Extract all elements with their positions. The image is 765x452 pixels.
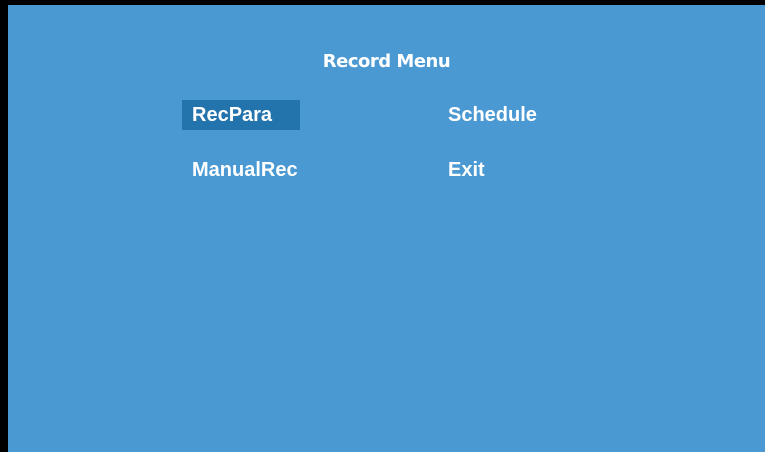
menu-item-recpara[interactable]: RecPara xyxy=(182,100,300,130)
menu-item-manualrec[interactable]: ManualRec xyxy=(182,155,308,185)
menu-item-schedule[interactable]: Schedule xyxy=(438,100,547,130)
record-menu-panel: Record Menu RecPara Schedule ManualRec E… xyxy=(8,5,765,452)
dvr-screen: Record Menu RecPara Schedule ManualRec E… xyxy=(0,0,765,452)
menu-item-exit[interactable]: Exit xyxy=(438,155,495,185)
menu-title: Record Menu xyxy=(322,51,451,72)
